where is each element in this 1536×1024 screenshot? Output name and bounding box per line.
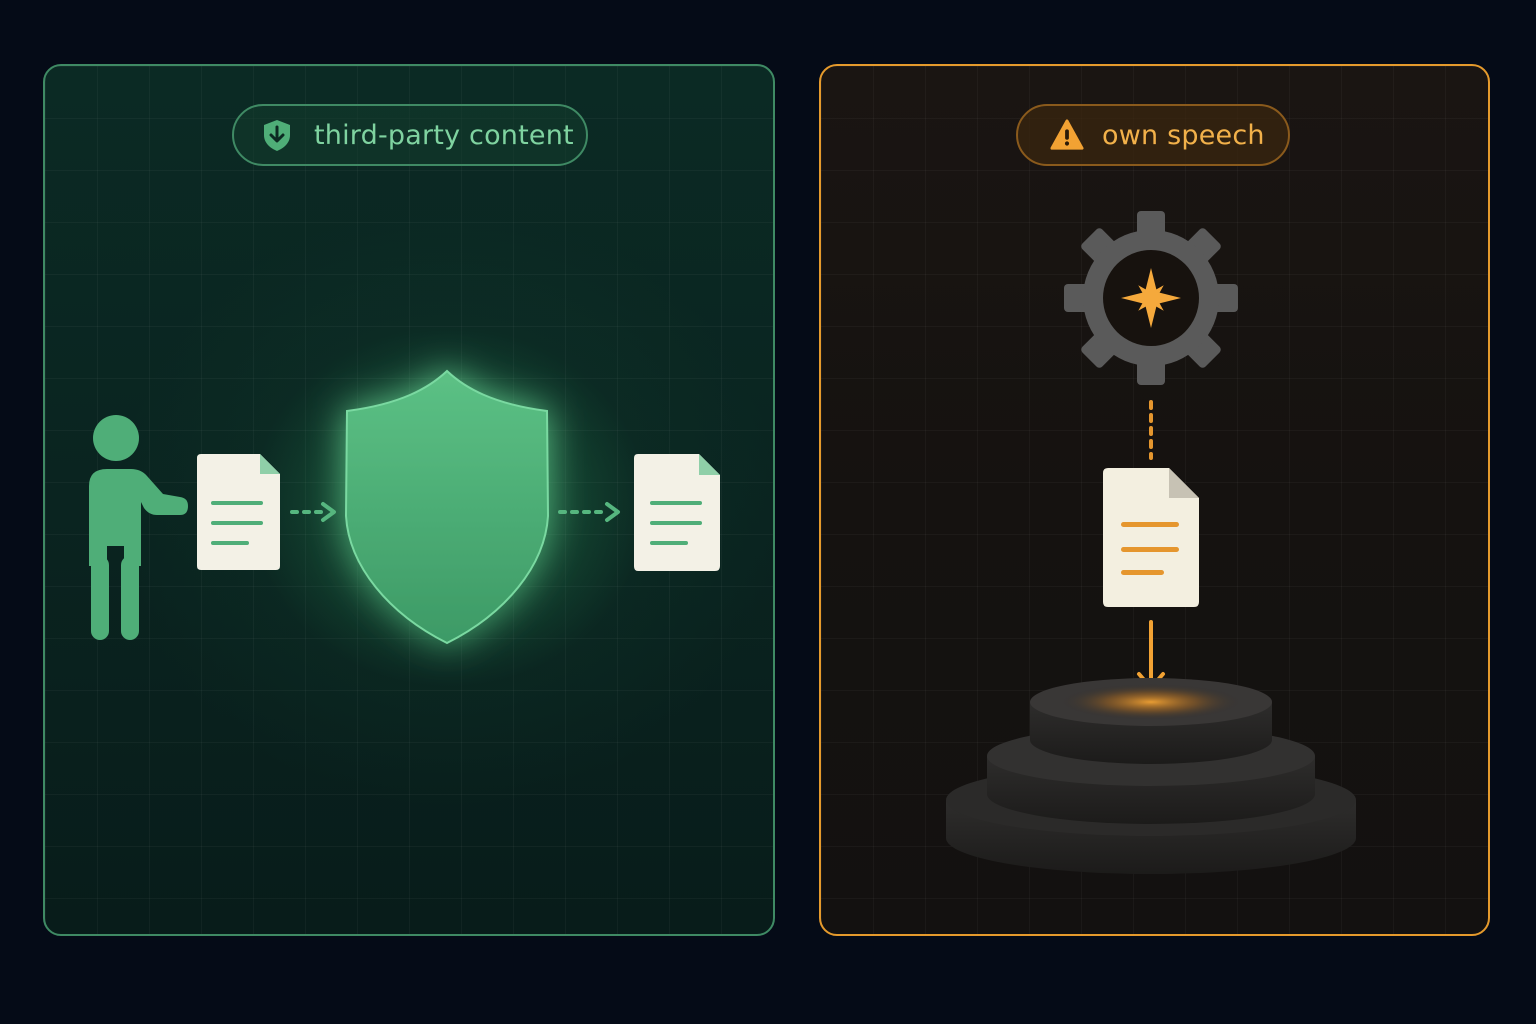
own-speech-panel: own speech	[819, 64, 1490, 936]
output-document-icon	[634, 454, 720, 571]
third-party-content-panel: third-party content	[43, 64, 775, 936]
shield-icon	[344, 369, 550, 645]
dashed-arrow-icon	[290, 502, 336, 522]
third-party-illustration	[89, 369, 720, 645]
dashed-arrow-icon	[558, 502, 620, 522]
speech-document-icon	[1103, 468, 1199, 607]
own-speech-illustration	[946, 211, 1356, 874]
gear-icon	[1064, 211, 1238, 385]
person-icon	[89, 415, 188, 640]
input-document-icon	[197, 454, 280, 570]
podium-icon	[946, 678, 1356, 874]
